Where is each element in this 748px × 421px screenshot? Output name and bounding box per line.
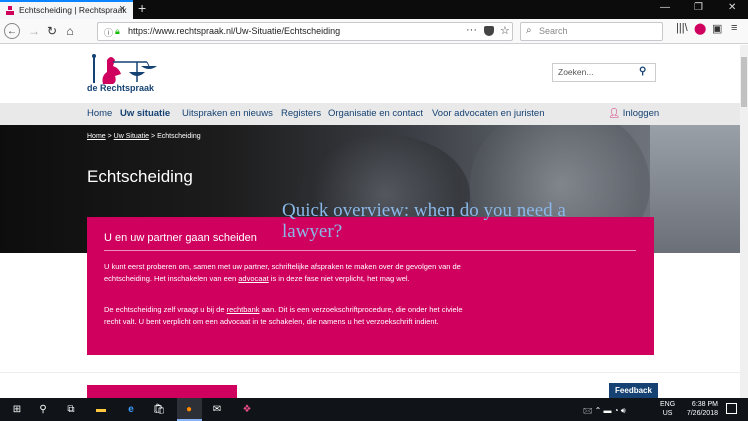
card-divider	[104, 250, 636, 251]
maximize-icon[interactable]: ❐	[694, 2, 703, 13]
browser-tab-bar: Echtscheiding | Rechtspraak × + — ❐ ✕	[0, 0, 748, 19]
reload-icon[interactable]: ↻	[44, 23, 60, 39]
search-icon[interactable]: ⚲	[639, 66, 646, 77]
hero-image-shape	[650, 125, 740, 253]
nav-item-organisatie[interactable]: Organisatie en contact	[328, 108, 423, 119]
windows-start-icon[interactable]: ⊞	[10, 402, 24, 416]
breadcrumb-separator: >	[105, 133, 114, 140]
lock-icon[interactable]: 🔒︎	[115, 26, 120, 37]
scrollbar-thumb[interactable]	[741, 57, 747, 107]
card-text: De echtscheiding zelf vraagt u bij de	[104, 305, 227, 314]
pink-tile[interactable]	[87, 385, 237, 399]
breadcrumb-home[interactable]: Home	[87, 133, 106, 140]
url-text[interactable]: https://www.rechtspraak.nl/Uw-Situatie/E…	[128, 26, 340, 36]
browser-toolbar: ← → ↻ ⌂ ⓘ 🔒︎ https://www.rechtspraak.nl/…	[0, 19, 748, 44]
page-actions-icon[interactable]: ···	[466, 24, 477, 36]
pocket-icon[interactable]	[484, 26, 494, 36]
nav-item-uitspraken[interactable]: Uitspraken en nieuws	[182, 108, 273, 119]
breadcrumb-separator: >	[149, 133, 158, 140]
minimize-icon[interactable]: —	[660, 2, 670, 13]
feedback-button[interactable]: Feedback	[609, 383, 658, 398]
browser-search-bar[interactable]: ⌕ Search	[520, 22, 663, 41]
notification-icon[interactable]	[726, 403, 737, 414]
back-icon[interactable]: ←	[4, 23, 20, 39]
sidebar-icon[interactable]: ▣	[712, 22, 722, 35]
favicon-icon	[6, 6, 14, 15]
tab-title: Echtscheiding | Rechtspraak	[19, 5, 127, 15]
forward-icon[interactable]: →	[26, 23, 42, 39]
info-icon[interactable]: ⓘ	[104, 26, 113, 39]
advocaat-link[interactable]: advocaat	[238, 274, 268, 283]
rechtbank-link[interactable]: rechtbank	[227, 305, 260, 314]
person-icon: 👤︎	[608, 108, 621, 119]
overlay-annotation-text: Quick overview: when do you need a lawye…	[282, 200, 566, 242]
extension-icon[interactable]: ⬤	[694, 22, 706, 35]
breadcrumb-current: Echtscheiding	[157, 133, 201, 140]
nav-item-uw-situatie[interactable]: Uw situatie	[120, 108, 170, 119]
bookmark-star-icon[interactable]: ☆	[500, 24, 510, 37]
url-bar[interactable]: ⓘ 🔒︎ https://www.rechtspraak.nl/Uw-Situa…	[97, 22, 513, 41]
search-icon[interactable]: ⚲	[36, 402, 50, 416]
language-code: ENG	[660, 401, 676, 408]
login-label: Inloggen	[622, 108, 660, 119]
windows-taskbar	[0, 398, 748, 421]
language-indicator[interactable]: ENG US	[660, 400, 675, 418]
breadcrumb-uw-situatie[interactable]: Uw Situatie	[114, 133, 149, 140]
clock[interactable]: 6:38 PM 7/26/2018	[680, 400, 718, 418]
site-header: de Rechtspraak Zoeken... ⚲	[0, 45, 740, 103]
logo-text[interactable]: de Rechtspraak	[87, 83, 154, 93]
file-explorer-icon[interactable]: ▬	[94, 402, 108, 416]
mail-icon[interactable]: ✉	[210, 402, 224, 416]
page-title: Echtscheiding	[87, 167, 193, 186]
clock-time: 6:38 PM	[691, 401, 718, 408]
firefox-icon[interactable]: ●	[182, 402, 196, 416]
close-window-icon[interactable]: ✕	[728, 2, 736, 13]
library-icon[interactable]: |||\	[676, 22, 688, 34]
clock-date: 7/26/2018	[686, 410, 718, 417]
browser-tab[interactable]: Echtscheiding | Rechtspraak ×	[0, 0, 133, 19]
region-code: US	[662, 410, 673, 417]
system-tray[interactable]: 🖂 ⌃ ▬ ◔ 🔊︎	[583, 405, 626, 419]
app-icon[interactable]: ❖	[240, 402, 254, 416]
store-icon[interactable]: 🛍︎	[152, 402, 166, 416]
nav-item-advocaten[interactable]: Voor advocaten en juristen	[432, 108, 545, 119]
main-nav: Home Uw situatie Uitspraken en nieuws Re…	[0, 103, 740, 125]
menu-icon[interactable]: ≡	[731, 22, 737, 34]
site-search-placeholder: Zoeken...	[558, 67, 594, 77]
card-paragraph: U kunt eerst proberen om, samen met uw p…	[104, 261, 474, 284]
page-scrollbar[interactable]	[740, 45, 748, 398]
new-tab-button[interactable]: +	[138, 0, 146, 16]
breadcrumb: Home > Uw Situatie > Echtscheiding	[87, 133, 201, 140]
browser-search-placeholder: Search	[539, 26, 568, 36]
edge-icon[interactable]: e	[124, 402, 138, 416]
card-text: is in deze fase niet verplicht, het mag …	[268, 273, 410, 283]
nav-item-registers[interactable]: Registers	[281, 108, 321, 119]
task-view-icon[interactable]: ⧉	[64, 402, 78, 416]
card-title: U en uw partner gaan scheiden	[104, 232, 257, 244]
login-link[interactable]: 👤︎ Inloggen	[608, 108, 659, 119]
home-icon[interactable]: ⌂	[62, 23, 78, 39]
site-search-input[interactable]: Zoeken... ⚲	[552, 63, 656, 82]
card-paragraph: De echtscheiding zelf vraagt u bij de re…	[104, 304, 479, 327]
close-tab-icon[interactable]: ×	[119, 3, 125, 15]
search-icon: ⌕	[526, 25, 532, 36]
nav-item-home[interactable]: Home	[87, 108, 112, 119]
